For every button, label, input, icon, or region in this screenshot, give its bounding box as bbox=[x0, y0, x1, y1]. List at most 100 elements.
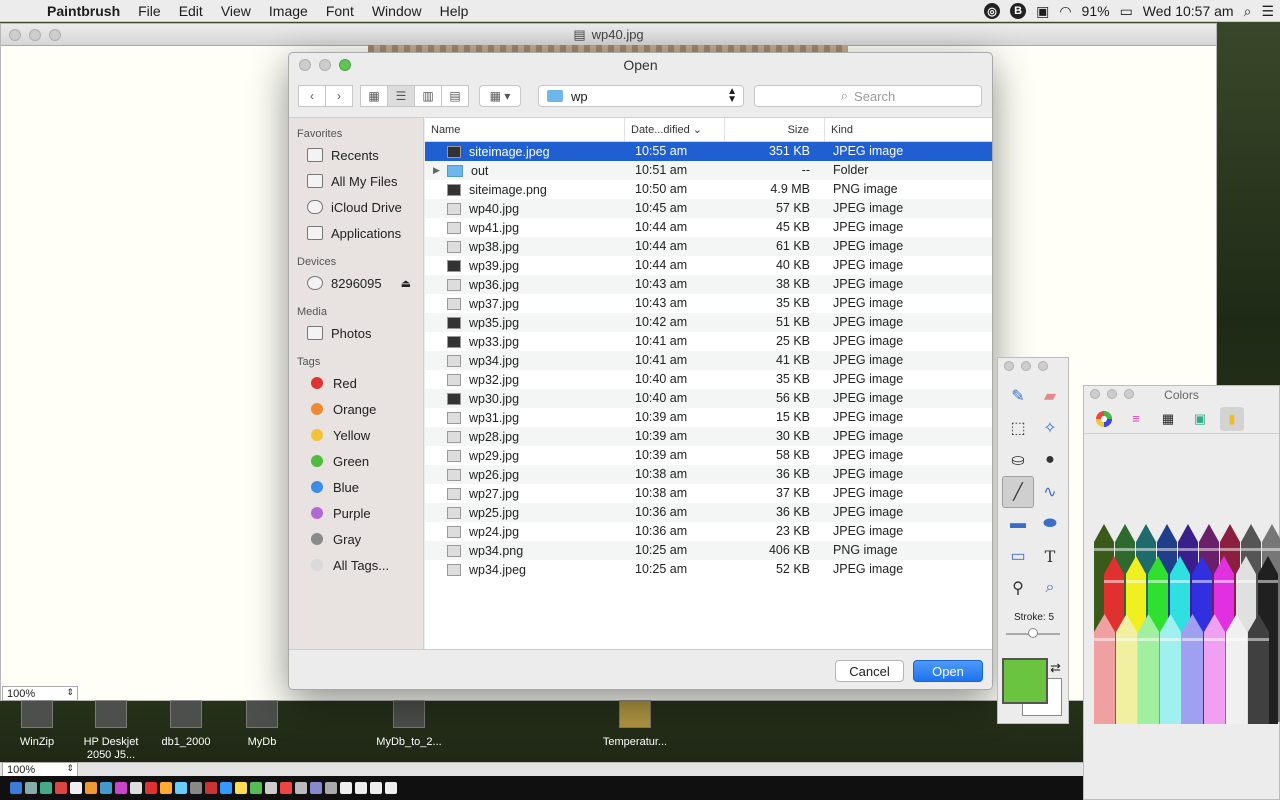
tab-image-palettes[interactable]: ▣ bbox=[1188, 407, 1212, 431]
dock-app-icon[interactable] bbox=[25, 782, 37, 794]
icon-view-button[interactable]: ▦ bbox=[360, 85, 388, 107]
sidebar-tag-item[interactable]: Red bbox=[289, 370, 423, 396]
dock-app-icon[interactable] bbox=[235, 782, 247, 794]
close-button[interactable] bbox=[1090, 389, 1100, 399]
zoom-tool[interactable]: ⌕ bbox=[1034, 572, 1066, 604]
foreground-color-swatch[interactable] bbox=[1002, 658, 1048, 704]
dock-app-icon[interactable] bbox=[385, 782, 397, 794]
crayon-box[interactable] bbox=[1094, 524, 1280, 724]
zoom-select-top[interactable]: 100% ⇕ bbox=[2, 686, 78, 701]
file-row[interactable]: wp34.png 10:25 am 406 KB PNG image bbox=[425, 541, 992, 560]
minimize-button[interactable] bbox=[1021, 361, 1031, 371]
zoom-button[interactable] bbox=[1124, 389, 1134, 399]
sidebar-tag-item[interactable]: All Tags... bbox=[289, 552, 423, 578]
slider-knob[interactable] bbox=[1028, 628, 1038, 638]
dock-app-icon[interactable] bbox=[40, 782, 52, 794]
sidebar-tag-item[interactable]: Purple bbox=[289, 500, 423, 526]
eject-icon[interactable]: ⏏ bbox=[401, 277, 411, 290]
open-button[interactable]: Open bbox=[913, 660, 983, 682]
minimize-button[interactable] bbox=[29, 29, 41, 41]
crayon[interactable] bbox=[1138, 614, 1159, 724]
dock-app-icon[interactable] bbox=[160, 782, 172, 794]
tab-color-palettes[interactable]: ▦ bbox=[1156, 407, 1180, 431]
file-row[interactable]: wp25.jpg 10:36 am 36 KB JPEG image bbox=[425, 503, 992, 522]
swap-colors-icon[interactable]: ⇄ bbox=[1050, 660, 1061, 676]
file-row[interactable]: wp34.jpg 10:41 am 41 KB JPEG image bbox=[425, 351, 992, 370]
forward-button[interactable]: › bbox=[325, 85, 353, 107]
dock-app-icon[interactable] bbox=[250, 782, 262, 794]
column-header-kind[interactable]: Kind bbox=[825, 118, 992, 141]
sidebar-item-applications[interactable]: Applications bbox=[289, 220, 423, 246]
sidebar-tag-item[interactable]: Orange bbox=[289, 396, 423, 422]
tray-box-icon[interactable]: ▣ bbox=[1036, 3, 1049, 20]
list-view-button[interactable]: ☰ bbox=[387, 85, 415, 107]
dock-app-icon[interactable] bbox=[145, 782, 157, 794]
dock-app-icon[interactable] bbox=[370, 782, 382, 794]
file-row[interactable]: wp26.jpg 10:38 am 36 KB JPEG image bbox=[425, 465, 992, 484]
file-row[interactable]: wp32.jpg 10:40 am 35 KB JPEG image bbox=[425, 370, 992, 389]
eyedropper-tool[interactable]: ⚲ bbox=[1002, 572, 1034, 604]
menu-window[interactable]: Window bbox=[363, 3, 431, 19]
dock-app-icon[interactable] bbox=[295, 782, 307, 794]
battery-percent[interactable]: 91% bbox=[1082, 3, 1110, 19]
dock-app-icon[interactable] bbox=[55, 782, 67, 794]
notification-center-icon[interactable]: ☰ bbox=[1261, 3, 1274, 20]
file-row[interactable]: wp28.jpg 10:39 am 30 KB JPEG image bbox=[425, 427, 992, 446]
zoom-button[interactable] bbox=[1038, 361, 1048, 371]
file-row[interactable]: wp24.jpg 10:36 am 23 KB JPEG image bbox=[425, 522, 992, 541]
crayon[interactable] bbox=[1182, 614, 1203, 724]
close-button[interactable] bbox=[1004, 361, 1014, 371]
dock-app-icon[interactable] bbox=[115, 782, 127, 794]
dock-app-icon[interactable] bbox=[265, 782, 277, 794]
file-row[interactable]: wp38.jpg 10:44 am 61 KB JPEG image bbox=[425, 237, 992, 256]
dock-app-icon[interactable] bbox=[100, 782, 112, 794]
zoom-button[interactable] bbox=[49, 29, 61, 41]
search-field[interactable]: ⌕ Search bbox=[754, 85, 982, 107]
column-header-name[interactable]: Name bbox=[425, 118, 625, 141]
sidebar-tag-item[interactable]: Yellow bbox=[289, 422, 423, 448]
sidebar-item-icloud-drive[interactable]: iCloud Drive bbox=[289, 194, 423, 220]
dock-app-icon[interactable] bbox=[325, 782, 337, 794]
sidebar-tag-item[interactable]: Blue bbox=[289, 474, 423, 500]
zoom-button[interactable] bbox=[339, 59, 351, 71]
file-row[interactable]: wp31.jpg 10:39 am 15 KB JPEG image bbox=[425, 408, 992, 427]
dock-app-icon[interactable] bbox=[175, 782, 187, 794]
magic-wand-tool[interactable]: ✧ bbox=[1034, 412, 1066, 444]
sidebar-item-recents[interactable]: Recents bbox=[289, 142, 423, 168]
close-button[interactable] bbox=[299, 59, 311, 71]
coverflow-view-button[interactable]: ▤ bbox=[441, 85, 469, 107]
fill-tool[interactable]: ⛀ bbox=[1002, 444, 1034, 476]
minimize-button[interactable] bbox=[1107, 389, 1117, 399]
crayon[interactable] bbox=[1094, 614, 1115, 724]
clock[interactable]: Wed 10:57 am bbox=[1143, 3, 1234, 19]
zoom-select-bottom[interactable]: 100% ⇕ bbox=[2, 762, 78, 777]
eraser-tool[interactable]: ▰ bbox=[1034, 380, 1066, 412]
curve-tool[interactable]: ∿ bbox=[1034, 476, 1066, 508]
disclosure-triangle-icon[interactable]: ▶ bbox=[433, 165, 447, 176]
file-row[interactable]: wp27.jpg 10:38 am 37 KB JPEG image bbox=[425, 484, 992, 503]
desktop-icon-temperature[interactable]: Temperatur... bbox=[600, 700, 670, 749]
arrange-button[interactable]: ▦ ▾ bbox=[479, 85, 521, 107]
desktop-icon-db1[interactable]: db1_2000 bbox=[151, 700, 221, 749]
dock-app-icon[interactable] bbox=[220, 782, 232, 794]
dock-app-icon[interactable] bbox=[280, 782, 292, 794]
tab-color-wheel[interactable] bbox=[1092, 407, 1116, 431]
column-header-date[interactable]: Date...dified ⌄ bbox=[625, 118, 725, 141]
menu-help[interactable]: Help bbox=[431, 3, 478, 19]
line-tool[interactable]: ╱ bbox=[1002, 476, 1034, 508]
brush-tool[interactable]: ✎ bbox=[1002, 380, 1034, 412]
menu-edit[interactable]: Edit bbox=[170, 3, 212, 19]
dock-app-icon[interactable] bbox=[340, 782, 352, 794]
tab-crayons[interactable]: ▮ bbox=[1220, 406, 1244, 431]
menu-font[interactable]: Font bbox=[317, 3, 363, 19]
file-row[interactable]: siteimage.png 10:50 am 4.9 MB PNG image bbox=[425, 180, 992, 199]
file-row[interactable]: wp37.jpg 10:43 am 35 KB JPEG image bbox=[425, 294, 992, 313]
sidebar-item-device[interactable]: 8296095 ⏏ bbox=[289, 270, 423, 296]
column-header-size[interactable]: Size bbox=[725, 118, 825, 141]
text-tool[interactable]: T bbox=[1034, 540, 1066, 572]
file-row[interactable]: wp40.jpg 10:45 am 57 KB JPEG image bbox=[425, 199, 992, 218]
tab-color-sliders[interactable]: ≡ bbox=[1124, 407, 1148, 431]
file-row[interactable]: wp41.jpg 10:44 am 45 KB JPEG image bbox=[425, 218, 992, 237]
back-button[interactable]: ‹ bbox=[298, 85, 326, 107]
file-row[interactable]: wp36.jpg 10:43 am 38 KB JPEG image bbox=[425, 275, 992, 294]
